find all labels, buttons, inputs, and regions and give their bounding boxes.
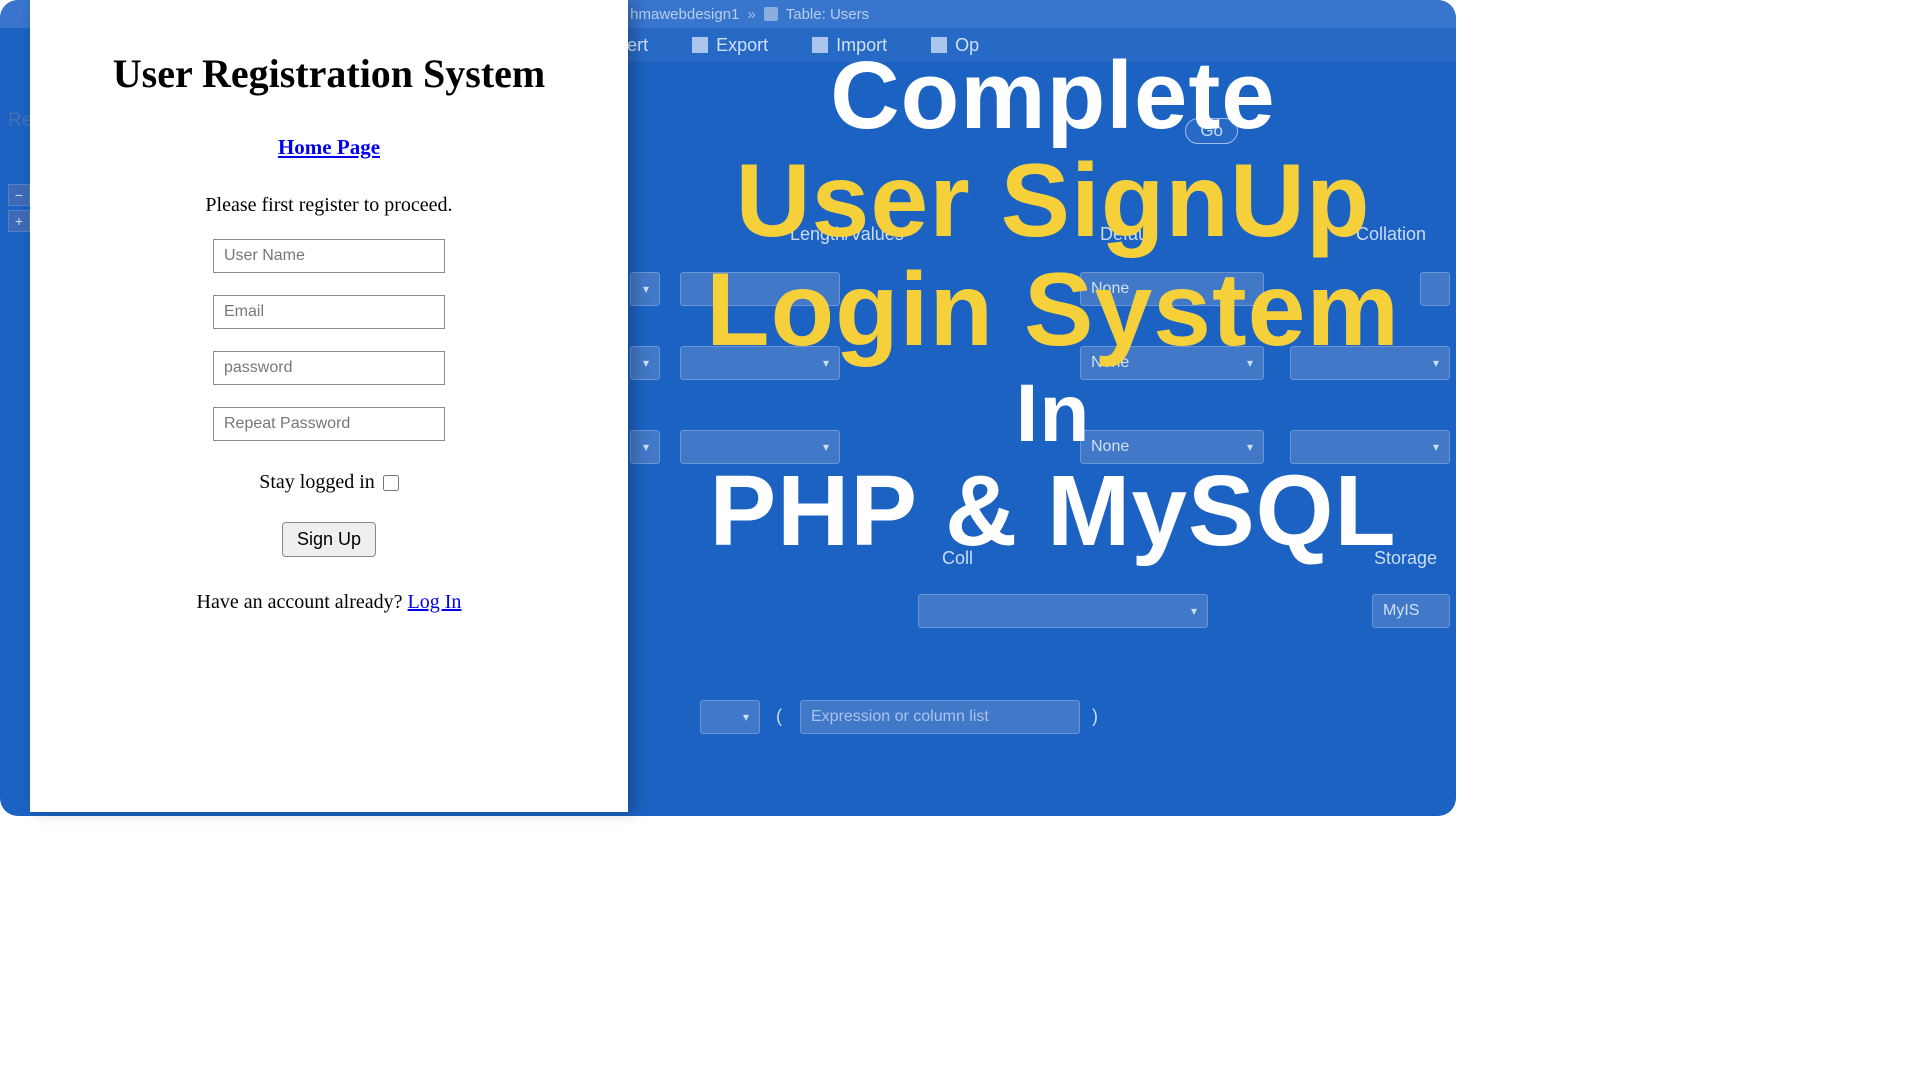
go-button[interactable]: Go (1185, 118, 1238, 144)
chevron-down-icon: ▾ (1433, 356, 1439, 370)
designer-cell[interactable]: ▾ (630, 346, 660, 380)
col-storage: Storage (1374, 548, 1437, 569)
chevron-down-icon: ▾ (643, 440, 649, 454)
have-account-text: Have an account already? (197, 591, 408, 613)
tab-export-label: Export (716, 35, 768, 56)
tab-op-label: Op (955, 35, 979, 56)
designer-cell[interactable]: ▾ (630, 272, 660, 306)
collation-select[interactable]: ▾ (918, 594, 1208, 628)
recent-label: Re (8, 110, 32, 132)
stay-logged-checkbox[interactable] (383, 475, 399, 491)
designer-cell[interactable] (1420, 272, 1450, 306)
zoom-out-button[interactable]: − (8, 184, 30, 206)
tab-op[interactable]: Op (931, 35, 979, 56)
breadcrumb-table: Table: Users (786, 6, 869, 23)
chevron-down-icon: ▾ (743, 710, 749, 724)
home-link[interactable]: Home Page (278, 135, 380, 159)
designer-cell[interactable]: ▾ (1290, 430, 1450, 464)
designer-cell[interactable]: None ▾ (1080, 430, 1264, 464)
signup-button[interactable]: Sign Up (282, 522, 376, 557)
chevron-down-icon: ▾ (643, 282, 649, 296)
zoom-in-button[interactable]: + (8, 210, 30, 232)
chevron-down-icon: ▾ (643, 356, 649, 370)
none-label: None (1091, 280, 1129, 298)
col-length: Length/Values (790, 224, 904, 245)
none-label: None (1091, 354, 1129, 372)
chevron-down-icon: ▾ (823, 356, 829, 370)
expression-input[interactable]: Expression or column list (800, 700, 1080, 734)
email-input[interactable] (213, 295, 445, 329)
paren-open: ( (776, 706, 782, 727)
table-icon (764, 7, 778, 21)
myis-label: MyIS (1383, 602, 1419, 620)
designer-cell[interactable] (680, 272, 840, 306)
breadcrumb-sep: » (747, 6, 755, 23)
stay-logged-label: Stay logged in (259, 471, 375, 494)
registration-card: User Registration System Home Page Pleas… (30, 0, 628, 812)
password-input[interactable] (213, 351, 445, 385)
tab-import-label: Import (836, 35, 887, 56)
designer-cell[interactable]: None ▾ (1080, 346, 1264, 380)
designer-cell[interactable]: ▾ (1290, 346, 1450, 380)
expression-placeholder: Expression or column list (811, 708, 989, 726)
instruction-text: Please first register to proceed. (84, 194, 574, 217)
login-link[interactable]: Log In (408, 591, 462, 613)
designer-cell[interactable]: None (1080, 272, 1264, 306)
col-collation: Collation (1356, 224, 1426, 245)
username-input[interactable] (213, 239, 445, 273)
page-title: User Registration System (84, 50, 574, 97)
designer-cell[interactable]: ▾ (680, 430, 840, 464)
repeat-password-input[interactable] (213, 407, 445, 441)
chevron-down-icon: ▾ (1433, 440, 1439, 454)
none-label: None (1091, 438, 1129, 456)
op-icon (931, 37, 947, 53)
chevron-down-icon: ▾ (823, 440, 829, 454)
tab-export[interactable]: Export (692, 35, 768, 56)
col-coll2: Coll (942, 548, 973, 569)
left-ghost-controls: Re − + (8, 110, 32, 232)
paren-close: ) (1092, 706, 1098, 727)
designer-cell[interactable]: ▾ (680, 346, 840, 380)
storage-select[interactable]: MyIS (1372, 594, 1450, 628)
tab-import[interactable]: Import (812, 35, 887, 56)
col-default: Default (1100, 224, 1157, 245)
export-icon (692, 37, 708, 53)
chevron-down-icon: ▾ (1247, 356, 1253, 370)
designer-cell[interactable]: ▾ (700, 700, 760, 734)
chevron-down-icon: ▾ (1247, 440, 1253, 454)
import-icon (812, 37, 828, 53)
designer-cell[interactable]: ▾ (630, 430, 660, 464)
chevron-down-icon: ▾ (1191, 604, 1197, 618)
